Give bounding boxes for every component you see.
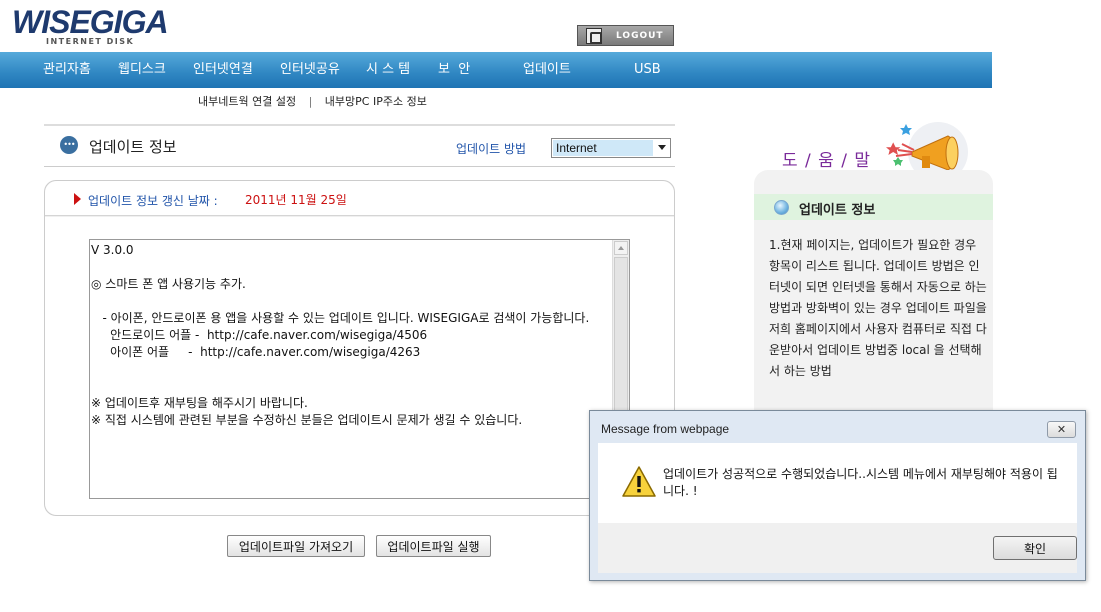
update-method-label: 업데이트 방법 (456, 142, 527, 156)
panel-body: V 3.0.0 ◎ 스마트 폰 앱 사용기능 추가. - 아이폰, 안드로이폰 … (45, 217, 674, 515)
nav-item-usb[interactable]: USB (634, 52, 661, 88)
run-update-file-button[interactable]: 업데이트파일 실행 (376, 535, 491, 557)
main-nav-bar: 관리자홈 웹디스크 인터넷연결 인터넷공유 시 스 템 보 안 업데이트 USB (0, 52, 992, 88)
help-panel: 업데이트 정보 1.현재 페이지는, 업데이트가 필요한 경우 항목이 리스트 … (754, 170, 993, 412)
wisegiga-logo: WISEGIGA INTERNET DISK (12, 4, 169, 48)
nav-item-system[interactable]: 시 스 템 (366, 52, 410, 88)
update-method-select[interactable]: Internet (551, 138, 671, 158)
dialog-message: 업데이트가 성공적으로 수행되었습니다..시스템 메뉴에서 재부팅해야 적용이 … (663, 467, 1058, 498)
more-dots-icon (60, 136, 78, 154)
help-section-header: 업데이트 정보 (754, 194, 993, 220)
update-info-panel: 업데이트 정보 갱신 날짜 : 2011년 11월 25일 V 3.0.0 ◎ … (44, 180, 675, 516)
subnav-internal-pc-ip-info[interactable]: 내부망PC IP주소 정보 (325, 95, 427, 108)
update-notes-textarea[interactable]: V 3.0.0 ◎ 스마트 폰 앱 사용기능 추가. - 아이폰, 안드로이폰 … (89, 239, 630, 499)
nav-item-update[interactable]: 업데이트 (523, 52, 571, 88)
page-header: 업데이트 정보 업데이트 방법 Internet (44, 124, 675, 167)
dialog-footer: 확인 (598, 523, 1077, 573)
dialog-body: 업데이트가 성공적으로 수행되었습니다..시스템 메뉴에서 재부팅해야 적용이 … (598, 443, 1077, 523)
close-icon[interactable]: ✕ (1047, 421, 1076, 438)
nav-item-admin-home[interactable]: 관리자홈 (43, 52, 91, 88)
logout-button[interactable]: LOGOUT (577, 25, 674, 46)
subnav-internal-network-settings[interactable]: 내부네트웍 연결 설정 (198, 95, 296, 108)
nav-item-internet-share[interactable]: 인터넷공유 (280, 52, 340, 88)
scroll-up-arrow-icon[interactable] (614, 241, 628, 255)
ok-button[interactable]: 확인 (993, 536, 1077, 560)
help-section-title: 업데이트 정보 (799, 203, 876, 218)
sub-nav: 내부네트웍 연결 설정 | 내부망PC IP주소 정보 (198, 93, 427, 109)
logo-subtitle: INTERNET DISK (46, 37, 135, 46)
logout-icon (586, 27, 602, 44)
update-date-label: 업데이트 정보 갱신 날짜 : (88, 194, 218, 208)
message-dialog: Message from webpage ✕ 업데이트가 성공적으로 수행되었습… (589, 410, 1086, 581)
update-notes-text: V 3.0.0 ◎ 스마트 폰 앱 사용기능 추가. - 아이폰, 안드로이폰 … (91, 243, 590, 427)
warning-icon (622, 466, 656, 497)
panel-header: 업데이트 정보 갱신 날짜 : 2011년 11월 25일 (45, 181, 674, 216)
nav-item-web-disk[interactable]: 웹디스크 (118, 52, 166, 88)
logo-wordmark: WISEGIGA (12, 4, 169, 40)
fetch-update-file-button[interactable]: 업데이트파일 가져오기 (227, 535, 365, 557)
arrow-right-icon (74, 193, 81, 205)
update-method-value: Internet (553, 140, 653, 156)
subnav-separator: | (308, 95, 313, 108)
logout-label: LOGOUT (616, 30, 664, 41)
circle-bullet-icon (774, 200, 789, 215)
nav-item-security[interactable]: 보 안 (438, 52, 470, 88)
nav-item-internet-connect[interactable]: 인터넷연결 (193, 52, 253, 88)
update-date-value: 2011년 11월 25일 (245, 193, 347, 207)
chevron-down-icon (658, 145, 666, 150)
dialog-title: Message from webpage (601, 422, 730, 436)
help-text: 1.현재 페이지는, 업데이트가 필요한 경우 항목이 리스트 됩니다. 업데이… (769, 238, 987, 378)
help-title: 도 / 움 / 말 (782, 151, 871, 171)
page-title: 업데이트 정보 (89, 138, 177, 156)
